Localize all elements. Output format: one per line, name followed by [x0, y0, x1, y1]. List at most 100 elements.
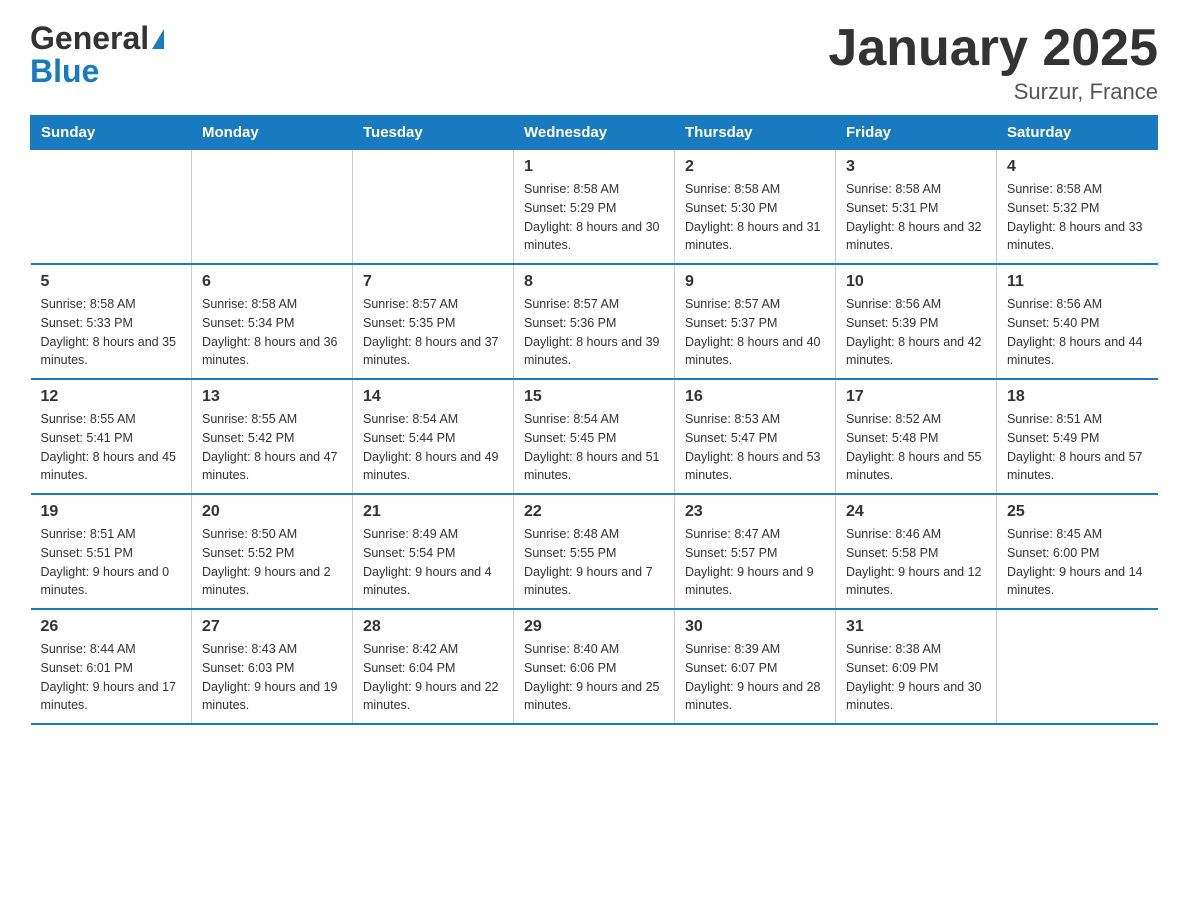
page-header: General Blue January 2025 Surzur, France — [30, 20, 1158, 105]
day-number: 7 — [363, 273, 503, 291]
day-info: Sunrise: 8:50 AMSunset: 5:52 PMDaylight:… — [202, 525, 342, 600]
day-info: Sunrise: 8:56 AMSunset: 5:40 PMDaylight:… — [1007, 295, 1148, 370]
day-of-week-header: Thursday — [675, 116, 836, 150]
calendar-day-cell: 7 Sunrise: 8:57 AMSunset: 5:35 PMDaylight… — [353, 264, 514, 379]
calendar-day-cell: 10 Sunrise: 8:56 AMSunset: 5:39 PMDayligh… — [836, 264, 997, 379]
day-info: Sunrise: 8:55 AMSunset: 5:42 PMDaylight:… — [202, 410, 342, 485]
day-number: 4 — [1007, 158, 1148, 176]
day-info: Sunrise: 8:38 AMSunset: 6:09 PMDaylight:… — [846, 640, 986, 715]
day-number: 22 — [524, 503, 664, 521]
day-of-week-header: Monday — [192, 116, 353, 150]
location-label: Surzur, France — [828, 79, 1158, 105]
day-number: 21 — [363, 503, 503, 521]
calendar-day-cell: 23 Sunrise: 8:47 AMSunset: 5:57 PMDayligh… — [675, 494, 836, 609]
calendar-day-cell: 5Sunrise: 8:58 AMSunset: 5:33 PMDaylight… — [31, 264, 192, 379]
logo-triangle-icon — [152, 29, 164, 49]
calendar-day-cell: 21 Sunrise: 8:49 AMSunset: 5:54 PMDayligh… — [353, 494, 514, 609]
logo-general-text: General — [30, 20, 149, 57]
day-number: 30 — [685, 618, 825, 636]
calendar-day-cell — [31, 150, 192, 265]
day-number: 24 — [846, 503, 986, 521]
title-section: January 2025 Surzur, France — [828, 20, 1158, 105]
calendar-day-cell: 14 Sunrise: 8:54 AMSunset: 5:44 PMDayligh… — [353, 379, 514, 494]
logo-blue-text: Blue — [30, 53, 99, 90]
day-info: Sunrise: 8:56 AMSunset: 5:39 PMDaylight:… — [846, 295, 986, 370]
day-number: 18 — [1007, 388, 1148, 406]
day-number: 3 — [846, 158, 986, 176]
calendar-day-cell: 25 Sunrise: 8:45 AMSunset: 6:00 PMDayligh… — [997, 494, 1158, 609]
calendar-day-cell: 4 Sunrise: 8:58 AMSunset: 5:32 PMDaylight… — [997, 150, 1158, 265]
day-number: 8 — [524, 273, 664, 291]
calendar-day-cell: 1 Sunrise: 8:58 AMSunset: 5:29 PMDaylight… — [514, 150, 675, 265]
calendar-day-cell — [997, 609, 1158, 724]
calendar-day-cell: 13 Sunrise: 8:55 AMSunset: 5:42 PMDayligh… — [192, 379, 353, 494]
day-info: Sunrise: 8:51 AMSunset: 5:49 PMDaylight:… — [1007, 410, 1148, 485]
day-info: Sunrise: 8:42 AMSunset: 6:04 PMDaylight:… — [363, 640, 503, 715]
day-of-week-header: Tuesday — [353, 116, 514, 150]
day-number: 31 — [846, 618, 986, 636]
day-number: 23 — [685, 503, 825, 521]
calendar-day-cell: 16 Sunrise: 8:53 AMSunset: 5:47 PMDayligh… — [675, 379, 836, 494]
day-of-week-header: Saturday — [997, 116, 1158, 150]
day-number: 16 — [685, 388, 825, 406]
day-number: 11 — [1007, 273, 1148, 291]
day-info: Sunrise: 8:52 AMSunset: 5:48 PMDaylight:… — [846, 410, 986, 485]
calendar-table: SundayMondayTuesdayWednesdayThursdayFrid… — [30, 115, 1158, 725]
day-of-week-header: Friday — [836, 116, 997, 150]
day-info: Sunrise: 8:45 AMSunset: 6:00 PMDaylight:… — [1007, 525, 1148, 600]
day-info: Sunrise: 8:57 AMSunset: 5:35 PMDaylight:… — [363, 295, 503, 370]
calendar-day-cell: 30 Sunrise: 8:39 AMSunset: 6:07 PMDayligh… — [675, 609, 836, 724]
day-of-week-header: Sunday — [31, 116, 192, 150]
day-info: Sunrise: 8:48 AMSunset: 5:55 PMDaylight:… — [524, 525, 664, 600]
day-number: 19 — [41, 503, 182, 521]
day-info: Sunrise: 8:49 AMSunset: 5:54 PMDaylight:… — [363, 525, 503, 600]
day-info: Sunrise: 8:55 AMSunset: 5:41 PMDaylight:… — [41, 410, 182, 485]
calendar-header-row: SundayMondayTuesdayWednesdayThursdayFrid… — [31, 116, 1158, 150]
day-number: 13 — [202, 388, 342, 406]
calendar-week-row: 19 Sunrise: 8:51 AMSunset: 5:51 PMDayligh… — [31, 494, 1158, 609]
day-info: Sunrise: 8:43 AMSunset: 6:03 PMDaylight:… — [202, 640, 342, 715]
calendar-day-cell: 24 Sunrise: 8:46 AMSunset: 5:58 PMDayligh… — [836, 494, 997, 609]
calendar-day-cell — [192, 150, 353, 265]
day-info: Sunrise: 8:58 AMSunset: 5:34 PMDaylight:… — [202, 295, 342, 370]
day-info: Sunrise: 8:57 AMSunset: 5:36 PMDaylight:… — [524, 295, 664, 370]
calendar-week-row: 12 Sunrise: 8:55 AMSunset: 5:41 PMDayligh… — [31, 379, 1158, 494]
day-number: 5 — [41, 273, 182, 291]
calendar-day-cell: 26Sunrise: 8:44 AMSunset: 6:01 PMDayligh… — [31, 609, 192, 724]
calendar-day-cell: 8 Sunrise: 8:57 AMSunset: 5:36 PMDaylight… — [514, 264, 675, 379]
day-number: 14 — [363, 388, 503, 406]
day-number: 25 — [1007, 503, 1148, 521]
day-info: Sunrise: 8:54 AMSunset: 5:44 PMDaylight:… — [363, 410, 503, 485]
calendar-day-cell: 2Sunrise: 8:58 AMSunset: 5:30 PMDaylight… — [675, 150, 836, 265]
day-info: Sunrise: 8:51 AMSunset: 5:51 PMDaylight:… — [41, 525, 182, 600]
day-info: Sunrise: 8:40 AMSunset: 6:06 PMDaylight:… — [524, 640, 664, 715]
day-number: 29 — [524, 618, 664, 636]
day-info: Sunrise: 8:46 AMSunset: 5:58 PMDaylight:… — [846, 525, 986, 600]
day-info: Sunrise: 8:39 AMSunset: 6:07 PMDaylight:… — [685, 640, 825, 715]
calendar-day-cell: 17Sunrise: 8:52 AMSunset: 5:48 PMDayligh… — [836, 379, 997, 494]
day-number: 9 — [685, 273, 825, 291]
calendar-day-cell: 27Sunrise: 8:43 AMSunset: 6:03 PMDayligh… — [192, 609, 353, 724]
calendar-day-cell: 29 Sunrise: 8:40 AMSunset: 6:06 PMDayligh… — [514, 609, 675, 724]
calendar-day-cell: 28 Sunrise: 8:42 AMSunset: 6:04 PMDayligh… — [353, 609, 514, 724]
day-number: 10 — [846, 273, 986, 291]
calendar-week-row: 1 Sunrise: 8:58 AMSunset: 5:29 PMDaylight… — [31, 150, 1158, 265]
calendar-day-cell: 11 Sunrise: 8:56 AMSunset: 5:40 PMDayligh… — [997, 264, 1158, 379]
day-info: Sunrise: 8:54 AMSunset: 5:45 PMDaylight:… — [524, 410, 664, 485]
day-info: Sunrise: 8:47 AMSunset: 5:57 PMDaylight:… — [685, 525, 825, 600]
day-number: 12 — [41, 388, 182, 406]
calendar-day-cell: 6Sunrise: 8:58 AMSunset: 5:34 PMDaylight… — [192, 264, 353, 379]
calendar-day-cell: 19 Sunrise: 8:51 AMSunset: 5:51 PMDayligh… — [31, 494, 192, 609]
day-info: Sunrise: 8:44 AMSunset: 6:01 PMDaylight:… — [41, 640, 182, 715]
calendar-day-cell: 3Sunrise: 8:58 AMSunset: 5:31 PMDaylight… — [836, 150, 997, 265]
day-number: 1 — [524, 158, 664, 176]
calendar-day-cell: 12 Sunrise: 8:55 AMSunset: 5:41 PMDayligh… — [31, 379, 192, 494]
day-number: 28 — [363, 618, 503, 636]
day-info: Sunrise: 8:58 AMSunset: 5:29 PMDaylight:… — [524, 180, 664, 255]
calendar-day-cell: 15Sunrise: 8:54 AMSunset: 5:45 PMDayligh… — [514, 379, 675, 494]
day-info: Sunrise: 8:58 AMSunset: 5:30 PMDaylight:… — [685, 180, 825, 255]
day-info: Sunrise: 8:53 AMSunset: 5:47 PMDaylight:… — [685, 410, 825, 485]
day-info: Sunrise: 8:58 AMSunset: 5:32 PMDaylight:… — [1007, 180, 1148, 255]
calendar-day-cell: 31 Sunrise: 8:38 AMSunset: 6:09 PMDayligh… — [836, 609, 997, 724]
calendar-day-cell: 9Sunrise: 8:57 AMSunset: 5:37 PMDaylight… — [675, 264, 836, 379]
